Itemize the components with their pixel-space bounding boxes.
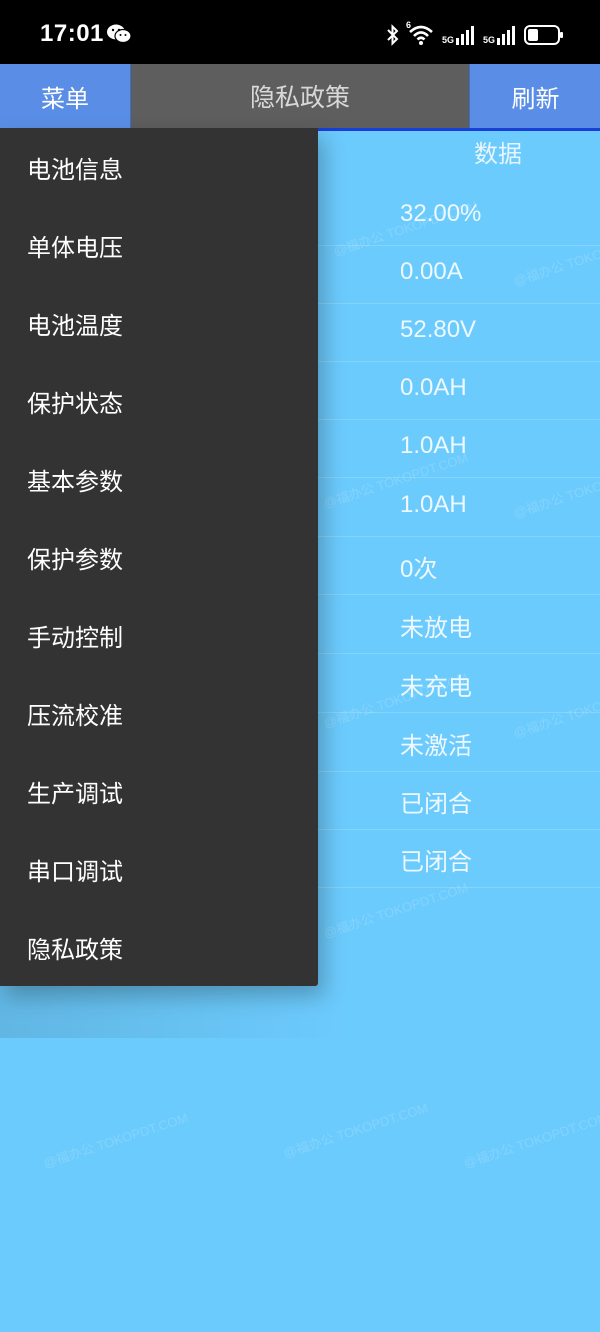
drawer-item-production-debug[interactable]: 生产调试 — [0, 752, 318, 830]
table-cell-value: 未放电 — [400, 615, 472, 642]
drawer-item-protection-params[interactable]: 保护参数 — [0, 518, 318, 596]
drawer-item-battery-temperature[interactable]: 电池温度 — [0, 284, 318, 362]
table-cell-value: 已闭合 — [400, 791, 472, 818]
table-cell-value: 1.0AH — [400, 491, 467, 518]
drawer-item-battery-info[interactable]: 电池信息 — [0, 128, 318, 206]
battery-icon — [524, 25, 563, 45]
table-cell-value: 已闭合 — [400, 849, 472, 876]
top-nav: 菜单 隐私政策 刷新 — [0, 64, 600, 131]
drawer-item-privacy-policy[interactable]: 隐私政策 — [0, 908, 318, 986]
signal-icon-1 — [455, 26, 474, 45]
drawer-item-serial-debug[interactable]: 串口调试 — [0, 830, 318, 908]
status-time: 17:01 — [40, 20, 104, 47]
signal-icon-2 — [497, 26, 515, 45]
drawer-item-cell-voltage[interactable]: 单体电压 — [0, 206, 318, 284]
table-cell-value: 0.00A — [400, 258, 463, 285]
drawer-item-manual-control[interactable]: 手动控制 — [0, 596, 318, 674]
drawer-item-basic-params[interactable]: 基本参数 — [0, 440, 318, 518]
drawer-item-protection-status[interactable]: 保护状态 — [0, 362, 318, 440]
network-type-label-2: 5G — [482, 35, 495, 45]
navigation-drawer: 电池信息 单体电压 电池温度 保护状态 基本参数 保护参数 手动控制 压流校准 … — [0, 128, 318, 986]
network-type-label-1: 5G — [441, 35, 454, 45]
bluetooth-icon — [387, 24, 399, 46]
wifi-icon — [409, 25, 433, 45]
table-cell-value: 0次 — [400, 556, 438, 583]
status-icons: 6 5G 5G — [386, 20, 564, 50]
wechat-icon — [107, 24, 132, 44]
table-cell-value: 52.80V — [400, 316, 477, 343]
refresh-button[interactable]: 刷新 — [469, 64, 600, 128]
wifi-version-label: 6 — [405, 20, 411, 30]
drawer-item-calibration[interactable]: 压流校准 — [0, 674, 318, 752]
page-title: 隐私政策 — [131, 64, 469, 128]
status-bar: 17:01 6 5G 5G — [0, 0, 600, 64]
table-cell-value: 0.0AH — [400, 374, 467, 401]
menu-button[interactable]: 菜单 — [0, 64, 131, 128]
column-header-data: 数据 — [474, 140, 522, 168]
table-cell-value: 未激活 — [400, 733, 472, 760]
